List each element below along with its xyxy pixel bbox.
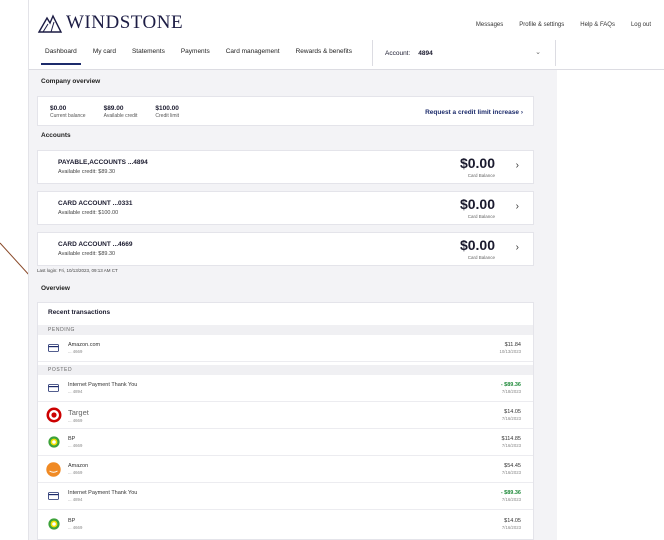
brand-logo[interactable]: WINDSTONE [37, 12, 183, 34]
tab-payments[interactable]: Payments [173, 46, 218, 68]
overview-title: Overview [41, 285, 70, 292]
account-card[interactable]: CARD ACCOUNT ...0331 Available credit: $… [37, 191, 534, 225]
card-icon [48, 344, 59, 352]
transaction-row[interactable]: BP ... 4669 $14.05 7/16/2023 [38, 511, 533, 539]
header: WINDSTONE Messages Profile & settings He… [29, 0, 664, 70]
chevron-right-icon: › [520, 109, 523, 116]
transaction-row[interactable]: Amazon ... 4669 $54.45 7/16/2023 [38, 457, 533, 483]
transaction-row[interactable]: Internet Payment Thank You ... 4894 - $8… [38, 376, 533, 402]
app-frame: WINDSTONE Messages Profile & settings He… [28, 0, 664, 540]
profile-settings-link[interactable]: Profile & settings [519, 22, 564, 28]
tab-rewards-benefits[interactable]: Rewards & benefits [288, 46, 360, 68]
request-credit-limit-link[interactable]: Request a credit limit increase › [425, 109, 523, 116]
chevron-down-icon: ⌄ [535, 49, 541, 56]
help-faqs-link[interactable]: Help & FAQs [580, 22, 615, 28]
recent-transactions-card: Recent transactions PENDING Amazon.com .… [37, 302, 534, 540]
posted-header: POSTED [38, 365, 533, 375]
messages-link[interactable]: Messages [476, 22, 503, 28]
card-icon [48, 384, 59, 392]
target-logo-icon [46, 407, 62, 423]
card-icon [48, 492, 59, 500]
chevron-right-icon: › [515, 201, 519, 212]
top-links: Messages Profile & settings Help & FAQs … [476, 22, 651, 28]
tab-statements[interactable]: Statements [124, 46, 173, 68]
main-nav: Dashboard My card Statements Payments Ca… [37, 46, 360, 68]
account-selector[interactable]: Account: 4894 ⌄ [372, 40, 556, 66]
chevron-right-icon: › [515, 242, 519, 253]
pending-header: PENDING [38, 325, 533, 335]
recent-transactions-title: Recent transactions [48, 309, 111, 316]
overview-available-credit: $89.00 Available credit [103, 105, 138, 119]
bp-logo-icon [48, 436, 60, 448]
account-selector-label: Account: [385, 49, 411, 57]
chevron-right-icon: › [515, 160, 519, 171]
company-overview-title: Company overview [41, 78, 101, 85]
accounts-title: Accounts [41, 132, 71, 139]
tab-my-card[interactable]: My card [85, 46, 124, 68]
transaction-row[interactable]: Amazon.com ... 4669 $11.84 10/13/2023 [38, 336, 533, 362]
last-login-text: Last login: Fri, 10/13/2023, 09:13 AM CT [37, 268, 118, 273]
bp-logo-icon [48, 518, 60, 530]
transaction-row[interactable]: Internet Payment Thank You ... 4894 - $8… [38, 484, 533, 510]
company-overview-card: $0.00 Current balance $89.00 Available c… [37, 96, 534, 126]
account-selector-number: 4894 [418, 49, 433, 57]
tab-card-management[interactable]: Card management [218, 46, 288, 68]
transaction-row[interactable]: BP ... 4669 $114.85 7/16/2023 [38, 430, 533, 456]
logout-link[interactable]: Log out [631, 22, 651, 28]
account-card[interactable]: PAYABLE,ACCOUNTS ...4894 Available credi… [37, 150, 534, 184]
tab-dashboard[interactable]: Dashboard [37, 46, 85, 68]
dashboard-main: Company overview $0.00 Current balance $… [29, 70, 557, 540]
account-card[interactable]: CARD ACCOUNT ...4669 Available credit: $… [37, 232, 534, 266]
amazon-logo-icon [46, 462, 61, 477]
transaction-row[interactable]: Target ... 4669 $14.05 7/16/2023 [38, 403, 533, 429]
overview-current-balance: $0.00 Current balance [50, 105, 86, 119]
brand-name: WINDSTONE [66, 12, 184, 33]
overview-credit-limit: $100.00 Credit limit [155, 105, 180, 119]
windstone-logo-icon [37, 14, 63, 33]
